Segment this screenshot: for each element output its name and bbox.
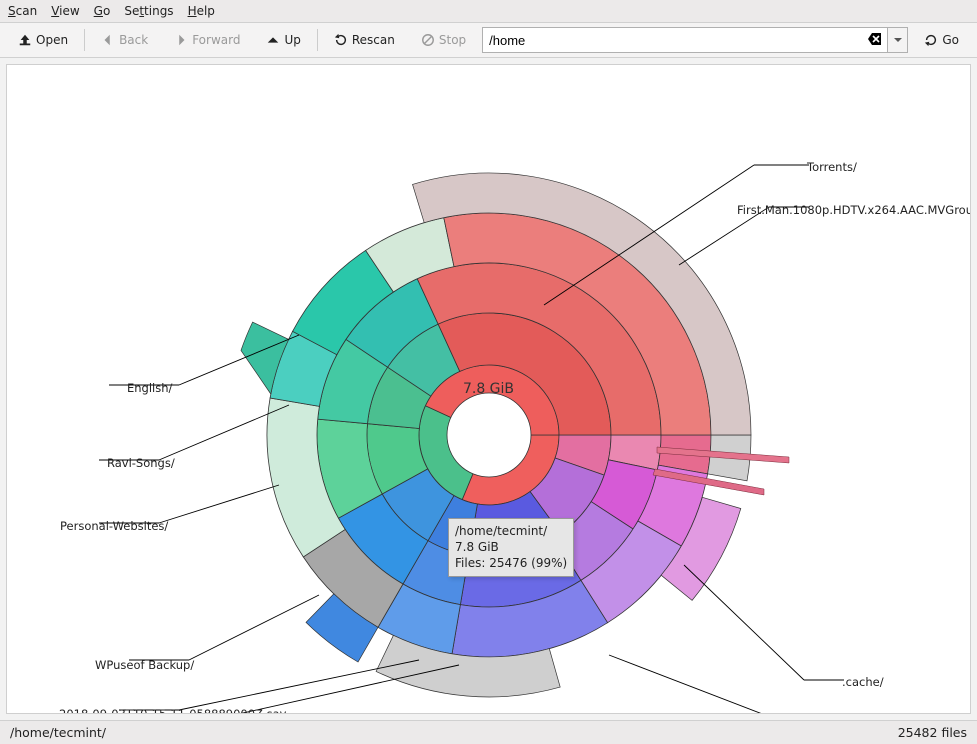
- rescan-button[interactable]: Rescan: [324, 29, 405, 51]
- location-bar: [482, 27, 908, 53]
- status-path: /home/tecmint/: [10, 725, 106, 740]
- label-ravisongs: Ravi-Songs/: [107, 456, 175, 470]
- menu-settings[interactable]: Settings: [124, 4, 173, 18]
- location-dropdown[interactable]: [887, 28, 907, 52]
- chevron-right-icon: [174, 33, 188, 47]
- label-cache: .cache/: [842, 675, 884, 689]
- back-button: Back: [91, 29, 158, 51]
- separator: [317, 29, 318, 51]
- open-button[interactable]: Open: [8, 29, 78, 51]
- toolbar: Open Back Forward Up Rescan: [0, 23, 977, 58]
- menu-go[interactable]: Go: [94, 4, 111, 18]
- up-button[interactable]: Up: [256, 29, 310, 51]
- refresh-icon: [334, 33, 348, 47]
- hover-tooltip: /home/tecmint/ 7.8 GiB Files: 25476 (99%…: [448, 518, 574, 577]
- label-torrents: Torrents/: [807, 160, 857, 174]
- separator: [84, 29, 85, 51]
- forward-button: Forward: [164, 29, 250, 51]
- sunburst-chart[interactable]: 7.8 GiB /home/tecmint/ 7.8 GiB Files: 25…: [6, 64, 971, 714]
- label-english: English/: [127, 381, 172, 395]
- chevron-left-icon: [101, 33, 115, 47]
- label-sav1: 2018-09-03T10-15-11-058889000Z.sav: [59, 707, 286, 714]
- up-label: Up: [284, 33, 300, 47]
- location-input[interactable]: [483, 33, 863, 48]
- menubar: Scan View Go Settings Help: [0, 0, 977, 23]
- tooltip-files: Files: 25476 (99%): [455, 555, 567, 571]
- go-icon: [924, 33, 938, 47]
- center-size-label: 7.8 GiB: [463, 381, 514, 397]
- stop-label: Stop: [439, 33, 466, 47]
- upload-icon: [18, 33, 32, 47]
- stop-icon: [421, 33, 435, 47]
- label-wpuseof: WPuseof Backup/: [95, 658, 194, 672]
- statusbar: /home/tecmint/ 25482 files: [0, 720, 977, 744]
- open-label: Open: [36, 33, 68, 47]
- rescan-label: Rescan: [352, 33, 395, 47]
- status-files: 25482 files: [898, 725, 967, 740]
- label-personal: Personal-Websites/: [60, 519, 168, 533]
- forward-label: Forward: [192, 33, 240, 47]
- chevron-up-icon: [266, 33, 280, 47]
- label-firstman: First.Man.1080p.HDTV.x264.AAC.MVGroup.or…: [737, 203, 971, 217]
- go-label: Go: [942, 33, 959, 47]
- menu-view[interactable]: View: [51, 4, 79, 18]
- menu-scan[interactable]: Scan: [8, 4, 37, 18]
- menu-help[interactable]: Help: [188, 4, 215, 18]
- back-label: Back: [119, 33, 148, 47]
- app-window: Scan View Go Settings Help Open Back For…: [0, 0, 977, 744]
- tooltip-size: 7.8 GiB: [455, 539, 567, 555]
- go-button[interactable]: Go: [914, 29, 969, 51]
- tooltip-path: /home/tecmint/: [455, 523, 567, 539]
- clear-icon[interactable]: [863, 31, 887, 50]
- stop-button: Stop: [411, 29, 476, 51]
